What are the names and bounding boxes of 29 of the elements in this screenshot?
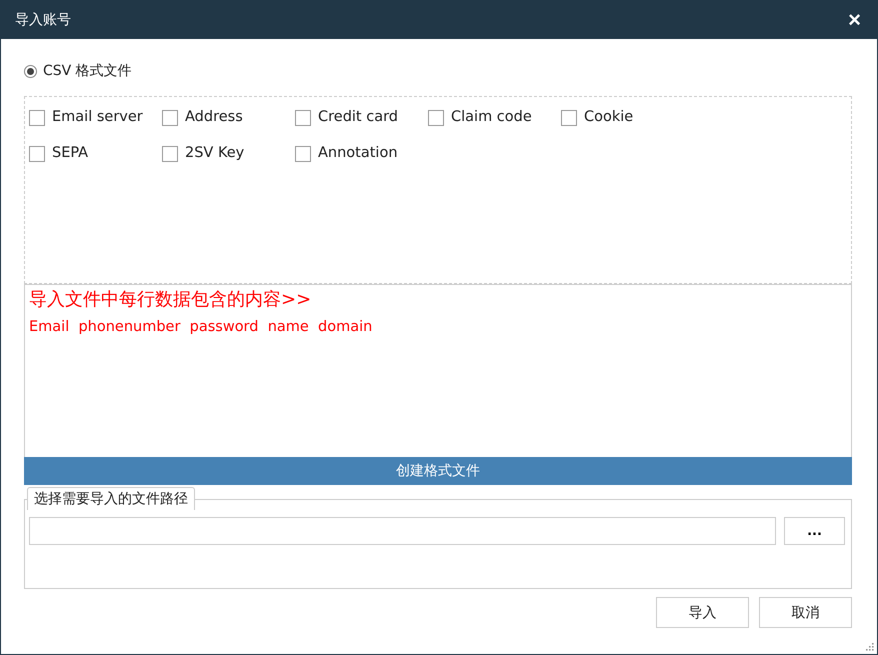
preview-columns: Email phonenumber password name domain — [29, 319, 847, 335]
resize-grip-icon — [865, 642, 874, 651]
csv-radio-button[interactable]: CSV 格式文件 — [24, 59, 852, 83]
checkbox-label: Claim code — [451, 109, 532, 125]
group-legend: 选择需要导入的文件路径 — [27, 487, 195, 510]
field-checkbox[interactable]: Claim code — [428, 109, 561, 145]
file-path-field[interactable] — [29, 517, 776, 545]
field-checkbox[interactable]: Address — [162, 109, 295, 145]
field-checkbox[interactable]: Email server — [29, 109, 162, 145]
checkbox-label: Cookie — [584, 109, 634, 125]
field-checkbox[interactable]: SEPA — [29, 145, 162, 181]
checkbox-label: Email server — [52, 109, 143, 125]
browse-button[interactable]: ... — [784, 517, 845, 545]
create-format-button[interactable]: 创建格式文件 — [24, 457, 852, 485]
close-button[interactable]: × — [846, 9, 863, 31]
field-checkbox[interactable]: 2SV Key — [162, 145, 295, 181]
checkbox-label: Credit card — [318, 109, 398, 125]
radio-label: CSV 格式文件 — [43, 62, 132, 80]
dialog-button[interactable]: 取消 — [759, 597, 852, 628]
checkbox-label: Annotation — [318, 145, 398, 161]
dialog-button[interactable]: 导入 — [656, 597, 749, 628]
checkbox-label: SEPA — [52, 145, 88, 161]
field-checkbox[interactable]: Annotation — [295, 145, 428, 181]
window-title: 导入账号 — [15, 11, 71, 29]
preview-heading: 导入文件中每行数据包含的内容>> — [29, 288, 312, 311]
field-checkbox[interactable]: Credit card — [295, 109, 428, 145]
field-checkbox[interactable]: Cookie — [561, 109, 694, 145]
checkbox-label: 2SV Key — [185, 145, 244, 161]
checkbox-label: Address — [185, 109, 243, 125]
